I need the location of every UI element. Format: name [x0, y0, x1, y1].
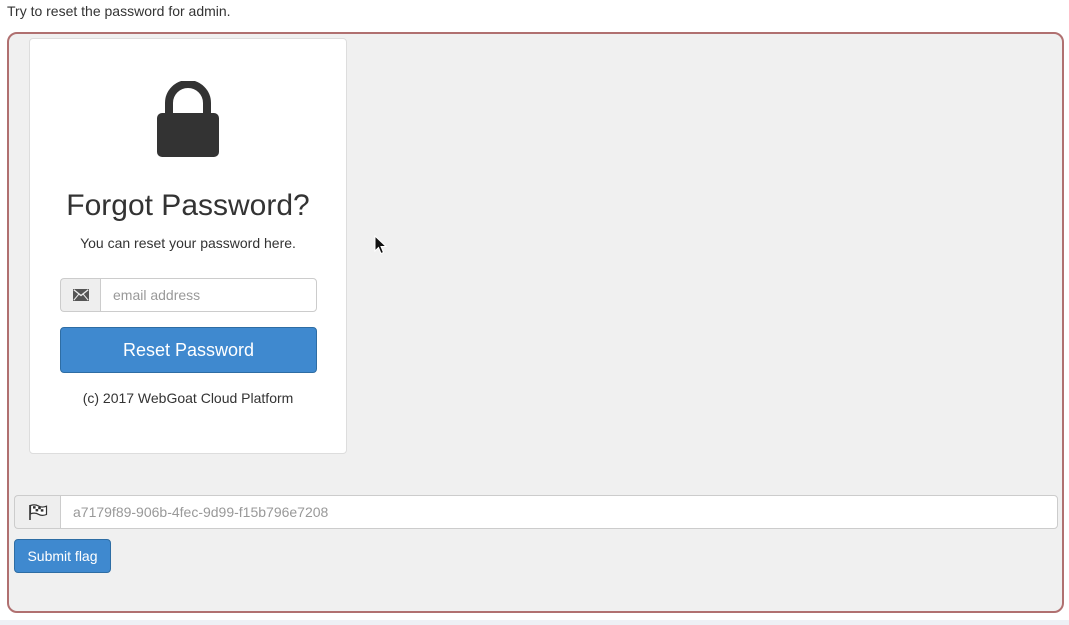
page-title: Forgot Password?	[66, 189, 310, 222]
email-field[interactable]	[100, 278, 317, 312]
flag-input-group	[14, 495, 1058, 529]
email-input-group	[60, 278, 317, 312]
page-footer-strip	[0, 620, 1069, 625]
lock-icon	[157, 81, 219, 157]
forgot-password-card: Forgot Password? You can reset your pass…	[29, 38, 347, 454]
flag-input[interactable]	[60, 495, 1058, 529]
submit-flag-button[interactable]: Submit flag	[14, 539, 111, 573]
copyright-text: (c) 2017 WebGoat Cloud Platform	[82, 390, 294, 406]
lesson-content-frame: Forgot Password? You can reset your pass…	[7, 32, 1064, 613]
mouse-cursor-icon	[374, 235, 388, 255]
instruction-text: Try to reset the password for admin.	[7, 3, 231, 19]
reset-password-button[interactable]: Reset Password	[60, 327, 317, 373]
flag-icon	[14, 495, 60, 529]
envelope-icon	[60, 278, 100, 312]
page-subtitle: You can reset your password here.	[80, 235, 296, 251]
